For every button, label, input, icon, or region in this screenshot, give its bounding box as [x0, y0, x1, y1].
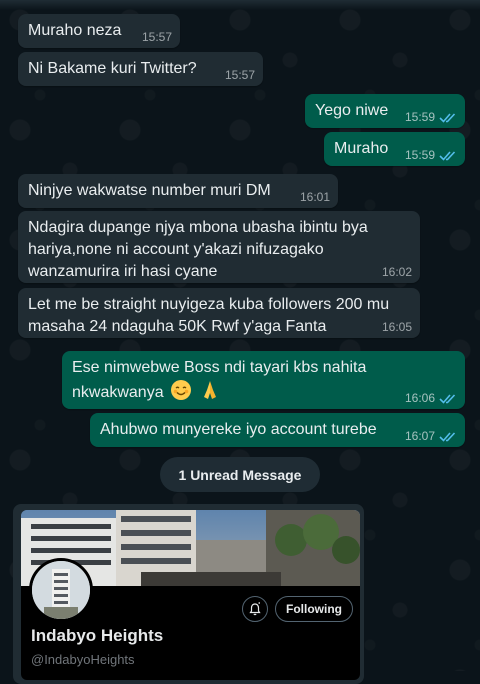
message-time: 16:06: [404, 391, 435, 405]
twitter-profile-preview[interactable]: Following Indabyo Heights @IndabyoHeight…: [21, 510, 360, 680]
message-text: Yego niwe: [315, 102, 389, 119]
message-time: 16:01: [299, 190, 330, 204]
read-ticks-icon: [439, 393, 456, 404]
message-bubble-outgoing[interactable]: Yego niwe 15:59: [305, 94, 465, 128]
following-label: Following: [286, 602, 342, 616]
message-meta: 15:57: [142, 30, 172, 44]
message-text: Ndagira dupange njya mbona ubasha ibintu…: [28, 219, 368, 280]
message-text: Ni Bakame kuri Twitter?: [28, 60, 197, 77]
following-button[interactable]: Following: [275, 596, 353, 622]
message-time: 16:07: [404, 429, 435, 443]
message-bubble-outgoing[interactable]: Muraho 15:59: [324, 132, 465, 166]
message-time: 15:57: [141, 30, 172, 44]
message-time: 16:05: [381, 320, 412, 334]
message-time: 15:59: [404, 110, 435, 124]
message-meta: 16:01: [300, 190, 330, 204]
read-ticks-icon: [439, 150, 456, 161]
profile-avatar: [29, 558, 93, 622]
message-meta: 16:02: [382, 265, 412, 279]
profile-name: Indabyo Heights: [31, 626, 164, 645]
message-bubble-incoming[interactable]: Muraho neza 15:57: [18, 14, 180, 48]
notification-bell-button[interactable]: [242, 596, 268, 622]
message-time: 16:02: [381, 265, 412, 279]
notification-bell-icon: [249, 602, 261, 616]
unread-label: 1 Unread Message: [178, 466, 302, 483]
message-meta: 16:07: [405, 429, 457, 443]
message-text: Ese nimwebwe Boss ndi tayari kbs nahita …: [72, 359, 366, 401]
read-ticks-icon: [439, 112, 456, 123]
message-time: 15:59: [404, 148, 435, 162]
profile-handle: @IndabyoHeights: [31, 652, 135, 667]
message-bubble-incoming[interactable]: Ndagira dupange njya mbona ubasha ibintu…: [18, 211, 420, 283]
read-ticks-icon: [439, 431, 456, 442]
message-text: Muraho neza: [28, 22, 122, 39]
message-bubble-incoming[interactable]: Ni Bakame kuri Twitter? 15:57: [18, 52, 263, 86]
message-text: Let me be straight nuyigeza kuba followe…: [28, 296, 390, 335]
unread-messages-divider: 1 Unread Message: [160, 457, 320, 492]
folded-hands-emoji-icon: [203, 381, 216, 399]
message-bubble-outgoing[interactable]: Ese nimwebwe Boss ndi tayari kbs nahita …: [62, 351, 465, 409]
message-text: Ahubwo munyereke iyo account turebe: [100, 421, 377, 438]
message-meta: 15:59: [405, 148, 457, 162]
message-time: 15:57: [224, 68, 255, 82]
message-bubble-incoming[interactable]: Ninjye wakwatse number muri DM 16:01: [18, 174, 338, 208]
smiling-face-emoji-icon: [171, 380, 192, 400]
message-text: Ninjye wakwatse number muri DM: [28, 182, 271, 199]
message-meta: 16:06: [405, 391, 457, 405]
message-meta: 16:05: [382, 320, 412, 334]
top-shadow: [0, 0, 480, 10]
message-bubble-incoming[interactable]: Let me be straight nuyigeza kuba followe…: [18, 288, 420, 338]
message-meta: 15:59: [405, 110, 457, 124]
link-preview-message[interactable]: Following Indabyo Heights @IndabyoHeight…: [13, 504, 364, 684]
message-text: Muraho: [334, 140, 389, 157]
message-meta: 15:57: [225, 68, 255, 82]
message-bubble-outgoing[interactable]: Ahubwo munyereke iyo account turebe 16:0…: [90, 413, 465, 447]
